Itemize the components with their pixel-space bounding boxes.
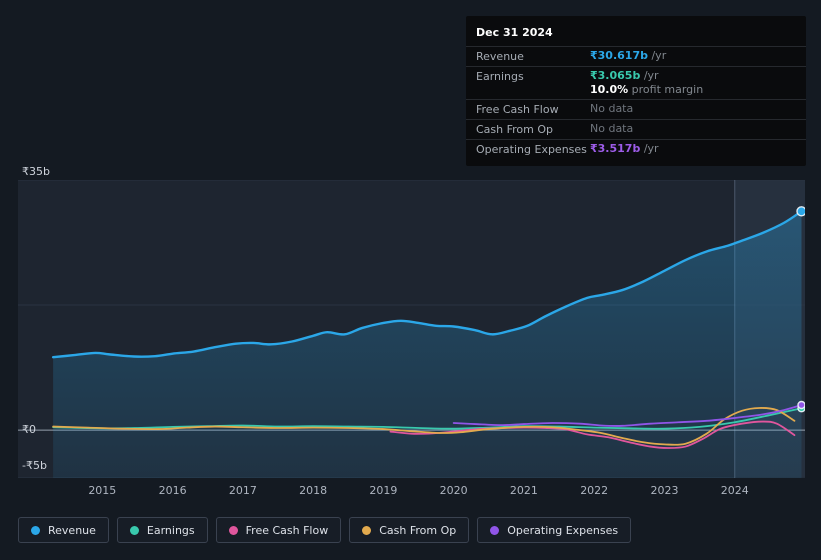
- tooltip-value-revenue: ₹30.617b /yr: [590, 49, 666, 63]
- x-axis-labels: 2015 2016 2017 2018 2019 2020 2021 2022 2023 2024: [18, 484, 805, 500]
- legend-label-fcf: Free Cash Flow: [245, 523, 329, 537]
- opex-value: ₹3.517b: [590, 142, 641, 155]
- x-tick-label: 2024: [720, 484, 749, 497]
- x-tick-label: 2023: [650, 484, 679, 497]
- legend-item-cash-from-op[interactable]: Cash From Op: [349, 517, 470, 543]
- y-tick-label: ₹0: [22, 423, 36, 437]
- x-tick-label: 2017: [228, 484, 257, 497]
- chart-canvas[interactable]: [18, 180, 805, 478]
- tooltip-value-earnings: ₹3.065b /yr 10.0% profit margin: [590, 69, 703, 97]
- tooltip-row-free-cash-flow: Free Cash Flow No data: [466, 99, 806, 119]
- revenue-value: ₹30.617b: [590, 49, 648, 62]
- revenue-legend-dot-icon: [31, 525, 40, 535]
- earnings-legend-dot-icon: [129, 525, 139, 535]
- financial-history-panel: ₹35b ₹0 -₹5b 2015 2016 2017 2018 2019 2020 2021 2…: [0, 0, 821, 560]
- x-tick-label: 2016: [158, 484, 187, 497]
- legend-item-free-cash-flow[interactable]: Free Cash Flow: [215, 517, 342, 543]
- chart-legend: Revenue Earnings Free Cash Flow Cash Fro…: [18, 517, 632, 543]
- tooltip-date: Dec 31 2024: [476, 26, 553, 39]
- profit-margin-label: profit margin: [628, 83, 704, 96]
- revenue-unit: /yr: [647, 49, 667, 62]
- chart-tooltip: Dec 31 2024 Revenue ₹30.617b /yr Earning…: [466, 16, 806, 166]
- tooltip-row-revenue: Revenue ₹30.617b /yr: [466, 46, 806, 66]
- opex-legend-dot-icon: [490, 525, 500, 535]
- tooltip-row-earnings: Earnings ₹3.065b /yr 10.0% profit margin: [466, 66, 806, 99]
- financial-history-chart[interactable]: [18, 180, 805, 478]
- earnings-value: ₹3.065b: [590, 69, 641, 82]
- x-tick-label: 2022: [580, 484, 609, 497]
- legend-item-earnings[interactable]: Earnings: [116, 517, 208, 543]
- legend-label-earnings: Earnings: [146, 523, 195, 537]
- x-tick-label: 2015: [88, 484, 117, 497]
- y-tick-label: -₹5b: [22, 458, 47, 472]
- legend-label-cashop: Cash From Op: [379, 523, 457, 537]
- opex-unit: /yr: [640, 142, 659, 155]
- tooltip-row-operating-expenses: Operating Expenses ₹3.517b /yr: [466, 139, 806, 159]
- x-tick-label: 2021: [509, 484, 538, 497]
- legend-label-opex: Operating Expenses: [507, 523, 619, 537]
- fcf-legend-dot-icon: [228, 525, 238, 535]
- tooltip-label-fcf: Free Cash Flow: [476, 103, 559, 116]
- tooltip-label-earnings: Earnings: [476, 70, 524, 83]
- earnings-value-line: ₹3.065b /yr: [590, 69, 703, 83]
- legend-item-operating-expenses[interactable]: Operating Expenses: [477, 517, 632, 543]
- y-tick-label: ₹35b: [22, 165, 50, 178]
- tooltip-label-cashop: Cash From Op: [476, 123, 554, 136]
- earnings-unit: /yr: [640, 69, 659, 82]
- fcf-value: No data: [590, 102, 634, 115]
- tooltip-label-revenue: Revenue: [476, 50, 524, 63]
- x-tick-label: 2019: [369, 484, 398, 497]
- tooltip-row-cash-from-op: Cash From Op No data: [466, 119, 806, 139]
- legend-label-revenue: Revenue: [48, 523, 96, 537]
- legend-item-revenue[interactable]: Revenue: [18, 517, 109, 543]
- cashop-legend-dot-icon: [362, 525, 372, 535]
- x-tick-label: 2020: [439, 484, 468, 497]
- profit-margin-value: 10.0%: [590, 83, 629, 96]
- x-tick-label: 2018: [299, 484, 328, 497]
- cashop-value: No data: [590, 122, 634, 135]
- profit-margin-line: 10.0% profit margin: [590, 83, 703, 97]
- tooltip-label-opex: Operating Expenses: [476, 143, 587, 156]
